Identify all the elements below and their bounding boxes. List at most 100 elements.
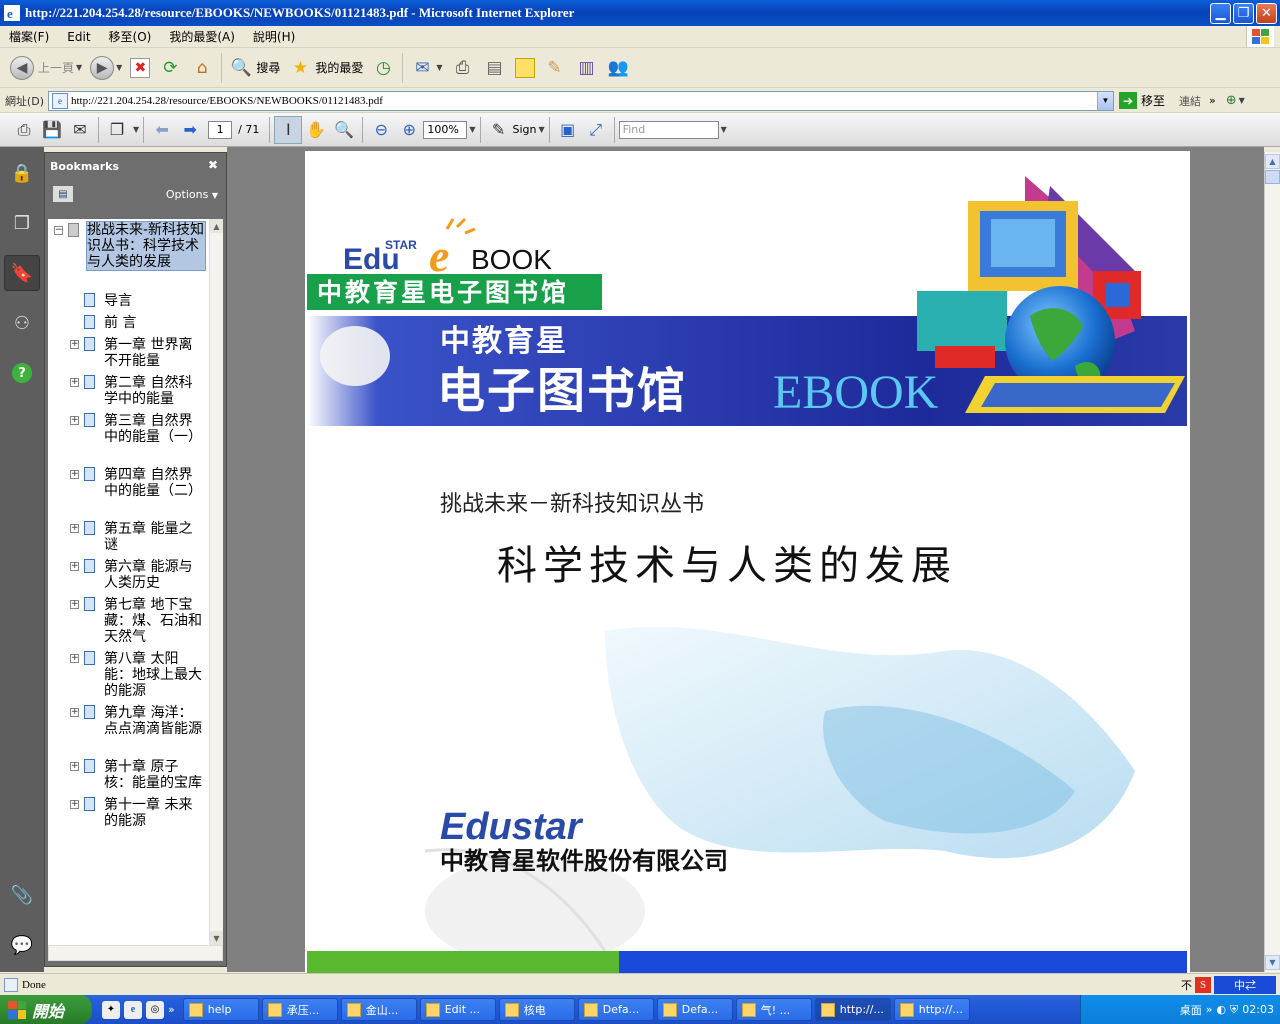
search-button[interactable]: 🔍 搜尋 — [225, 51, 284, 85]
messenger-button[interactable]: 👥 — [603, 51, 635, 85]
discuss-button[interactable] — [511, 51, 539, 85]
help-icon[interactable]: ? — [4, 355, 40, 391]
bookmarks-vertical-scrollbar[interactable]: ▲ ▼ — [209, 219, 223, 945]
bookmark-item[interactable]: + 第一章 世界离不开能量 — [48, 337, 208, 369]
menu-edit[interactable]: Edit — [58, 30, 99, 44]
address-input[interactable]: e http://221.204.254.28/resource/EBOOKS/… — [48, 90, 1114, 111]
acrobat-pages-button[interactable]: ❐ — [103, 116, 131, 144]
mail-button[interactable]: ✉ ▼ — [406, 51, 446, 85]
zoom-in-button[interactable]: ⊕ — [395, 116, 423, 144]
bookmark-item[interactable]: + 第七章 地下宝藏：煤、石油和天然气 — [48, 597, 208, 645]
bookmark-item[interactable]: +导言 — [48, 293, 208, 309]
chevron-down-icon[interactable]: ▼ — [1097, 91, 1113, 110]
sign-button[interactable]: ✎ — [485, 116, 513, 144]
start-button[interactable]: 開始 — [0, 995, 92, 1024]
forward-button[interactable]: ▶ ▼ — [86, 51, 126, 85]
menu-help[interactable]: 說明(H) — [244, 28, 304, 45]
bookmark-item[interactable]: + 第九章 海洋：点点滴滴皆能源 — [48, 705, 208, 753]
task-chengya[interactable]: 承压... — [261, 998, 338, 1021]
chevron-right-icon[interactable]: » — [1206, 1003, 1213, 1016]
expand-icon[interactable]: + — [70, 470, 79, 479]
expand-icon[interactable]: + — [70, 524, 79, 533]
find-input[interactable]: Find — [618, 120, 719, 139]
bookmark-item[interactable]: + 第十一章 未来的能源 — [48, 797, 208, 829]
page-number-input[interactable]: 1 — [208, 120, 233, 139]
lock-icon[interactable]: 🔒 — [4, 155, 40, 191]
go-button[interactable]: ➔ 移至 — [1119, 92, 1165, 109]
acrobat-email-button[interactable]: ✉ — [66, 116, 94, 144]
bookmark-item[interactable]: + 第五章 能量之谜 — [48, 521, 208, 553]
paperclip-icon[interactable]: 📎 — [4, 877, 40, 913]
bookmarks-horizontal-scrollbar[interactable] — [48, 945, 223, 961]
next-page-button[interactable]: ➡ — [176, 116, 204, 144]
minimize-button[interactable]: ▁ — [1210, 2, 1231, 24]
expand-icon[interactable]: + — [70, 654, 79, 663]
expand-icon[interactable]: + — [70, 562, 79, 571]
chevron-right-icon[interactable]: » — [168, 1003, 175, 1016]
collapse-icon[interactable]: − — [54, 226, 63, 235]
menu-go[interactable]: 移至(O) — [100, 28, 161, 45]
ime-s-icon[interactable]: S — [1195, 977, 1211, 993]
bookmark-item[interactable]: + 第八章 太阳能：地球上最大的能源 — [48, 651, 208, 699]
comments-icon[interactable]: 💬 — [4, 927, 40, 963]
expand-icon[interactable]: + — [70, 416, 79, 425]
task-edit[interactable]: Edit ... — [419, 998, 496, 1021]
expand-icon[interactable]: + — [70, 340, 79, 349]
fit-width-button[interactable]: ⤢ — [582, 116, 610, 144]
tray-network-icon[interactable]: ◐ — [1216, 1003, 1226, 1016]
edit-page-button[interactable]: ▤ — [479, 51, 511, 85]
hand-tool-button[interactable]: ✋ — [302, 116, 330, 144]
acrobat-save-button[interactable]: 💾 — [38, 116, 66, 144]
ime-language-icon[interactable]: 中⇄ — [1214, 976, 1276, 994]
restore-button[interactable]: ❐ — [1233, 2, 1254, 24]
task-jinshan[interactable]: 金山... — [340, 998, 417, 1021]
expand-icon[interactable]: + — [70, 708, 79, 717]
close-button[interactable]: ✕ — [1256, 2, 1277, 24]
scroll-down-icon[interactable]: ▼ — [210, 931, 223, 945]
chevron-down-icon[interactable]: ▼ — [721, 125, 727, 134]
toolbar-extension-icon[interactable]: ⊕ — [1226, 93, 1237, 108]
chevron-right-icon[interactable]: » — [1209, 94, 1216, 107]
scroll-thumb[interactable] — [1265, 170, 1280, 184]
sign-label[interactable]: Sign — [513, 123, 537, 136]
history-button[interactable]: ◷ — [367, 51, 399, 85]
refresh-button[interactable]: ⟳ — [154, 51, 186, 85]
bookmark-root[interactable]: − 挑战未来-新科技知识丛书：科学技术与人类的发展 — [48, 221, 208, 287]
print-button[interactable]: ⎙ — [447, 51, 479, 85]
zoom-tool-button[interactable]: 🔍 — [330, 116, 358, 144]
research-button[interactable]: ✎ — [539, 51, 571, 85]
bookmark-item[interactable]: + 第二章 自然科学中的能量 — [48, 375, 208, 407]
chevron-down-icon[interactable]: ▼ — [539, 125, 545, 134]
scroll-down-icon[interactable]: ▼ — [1265, 955, 1280, 970]
home-button[interactable]: ⌂ — [186, 51, 218, 85]
bookmark-item[interactable]: + 第十章 原子核：能量的宝库 — [48, 759, 208, 791]
chevron-down-icon[interactable]: ▼ — [469, 125, 475, 134]
task-help[interactable]: help — [182, 998, 259, 1021]
ie-icon[interactable]: e — [124, 1000, 142, 1019]
task-default-2[interactable]: Defa... — [656, 998, 733, 1021]
chevron-down-icon[interactable]: ▼ — [133, 125, 139, 134]
task-hedian[interactable]: 核电 — [498, 998, 575, 1021]
document-vertical-scrollbar[interactable]: ▲ ▼ — [1264, 152, 1280, 972]
chevron-down-icon[interactable]: ▼ — [1239, 96, 1245, 105]
bookmark-options-icon[interactable]: ▤ — [53, 186, 73, 202]
tray-desktop-label[interactable]: 桌面 — [1180, 1002, 1202, 1018]
bookmark-item[interactable]: + 第四章 自然界中的能量（二） — [48, 467, 208, 515]
options-button[interactable]: Options ▼ — [166, 188, 218, 201]
scroll-up-icon[interactable]: ▲ — [1265, 154, 1280, 169]
tray-security-icon[interactable]: ⛨ — [1230, 1003, 1238, 1017]
menu-favorites[interactable]: 我的最愛(A) — [160, 28, 244, 45]
expand-icon[interactable]: + — [70, 378, 79, 387]
task-qi[interactable]: 气! ... — [735, 998, 812, 1021]
bookmark-item[interactable]: + 第六章 能源与人类历史 — [48, 559, 208, 591]
close-icon[interactable]: ✖ — [208, 158, 218, 172]
links-label[interactable]: 連結 — [1179, 93, 1201, 109]
bookmarks-icon[interactable]: 🔖 — [4, 255, 40, 291]
tools-button[interactable]: ▥ — [571, 51, 603, 85]
task-ie-1[interactable]: http://... — [814, 998, 891, 1021]
pages-icon[interactable]: ❐ — [4, 205, 40, 241]
zoom-input[interactable]: 100% — [423, 120, 468, 139]
zoom-out-button[interactable]: ⊖ — [367, 116, 395, 144]
expand-icon[interactable]: + — [70, 800, 79, 809]
quicklaunch-app-icon[interactable]: ✦ — [102, 1000, 120, 1019]
